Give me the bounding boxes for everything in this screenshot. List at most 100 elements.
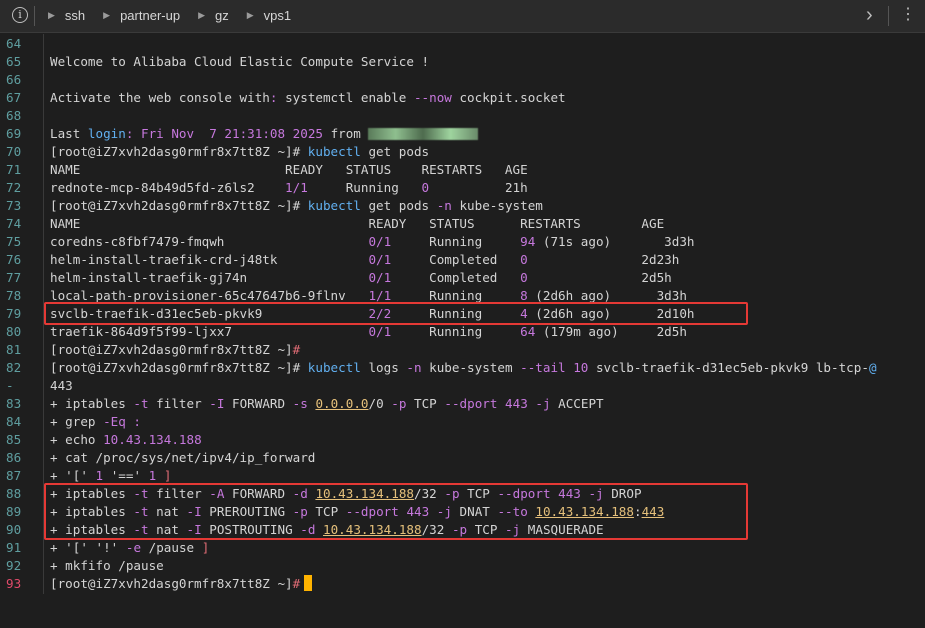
text-segment: ] [201, 540, 210, 555]
line-text: helm-install-traefik-gj74n 0/1 Completed… [50, 269, 672, 287]
line-number: 92 [6, 558, 22, 573]
line-number: 79 [6, 306, 22, 321]
terminal-line: 67 Activate the web console with: systemc… [0, 89, 925, 107]
breadcrumb-item-gz[interactable]: gz [215, 8, 229, 23]
line-number: 65 [6, 54, 22, 69]
text-segment: Last [50, 126, 88, 141]
breadcrumb-item-partner-up[interactable]: partner-up [120, 8, 180, 23]
text-segment [88, 468, 96, 483]
terminal-line: 72 rednote-mcp-84b49d5fd-z6ls2 1/1 Runnin… [0, 179, 925, 197]
terminal-line: 81 [root@iZ7xvh2dasg0rmfr8x7tt8Z ~]# [0, 341, 925, 359]
line-number: 77 [6, 270, 22, 285]
text-segment: --dport [444, 396, 498, 411]
line-number: 88 [6, 486, 22, 501]
text-segment: 0/1 [368, 324, 392, 339]
line-number: 72 [6, 180, 22, 195]
text-segment: 443 [505, 396, 528, 411]
text-segment: traefik-864d9f5f99-ljxx7 [50, 324, 369, 339]
line-number: - [6, 378, 14, 393]
text-segment: /0 [368, 396, 392, 411]
breadcrumb-item-ssh[interactable]: ssh [65, 8, 85, 23]
text-segment [497, 396, 505, 411]
text-segment: '==' [110, 468, 142, 483]
line-number: 69 [6, 126, 22, 141]
line-text: traefik-864d9f5f99-ljxx7 0/1 Running 64 … [50, 323, 687, 341]
text-segment: 2d23h [527, 252, 680, 267]
line-number: 66 [6, 72, 22, 87]
text-segment: filter [148, 396, 210, 411]
line-text: 443 [50, 377, 73, 395]
info-icon[interactable]: i [12, 7, 28, 23]
text-segment: '!' [95, 540, 119, 555]
highlight-box-iptables-rules [44, 483, 748, 540]
breadcrumb-item-vps1[interactable]: vps1 [264, 8, 291, 23]
terminal-line: 86 + cat /proc/sys/net/ipv4/ip_forward [0, 449, 925, 467]
text-segment: get pods [360, 144, 430, 159]
text-segment: NAME READY STATUS RESTARTS AGE [50, 216, 665, 231]
forward-chevron-icon[interactable]: › [866, 3, 873, 27]
text-segment: -I [209, 396, 225, 411]
text-segment: + iptables [50, 396, 134, 411]
text-segment: Activate the web console with [50, 90, 270, 105]
terminal-line: 85 + echo 10.43.134.188 [0, 431, 925, 449]
text-segment: 1 [95, 468, 104, 483]
line-number: 80 [6, 324, 22, 339]
line-number: 81 [6, 342, 22, 357]
text-segment: 443 [50, 378, 73, 393]
line-text: [root@iZ7xvh2dasg0rmfr8x7tt8Z ~]# kubect… [50, 197, 543, 215]
terminal-line: 74 NAME READY STATUS RESTARTS AGE [0, 215, 925, 233]
text-segment: + [50, 540, 66, 555]
text-segment: kubectl [307, 360, 361, 375]
terminal-line: 92 + mkfifo /pause [0, 557, 925, 575]
line-text: Welcome to Alibaba Cloud Elastic Compute… [50, 53, 429, 71]
text-segment: Completed [391, 270, 521, 285]
text-segment: kubectl [307, 198, 361, 213]
terminal-line: 91 + '[' '!' -e /pause ] [0, 539, 925, 557]
line-text: rednote-mcp-84b49d5fd-z6ls2 1/1 Running … [50, 179, 528, 197]
text-segment: kube-system [421, 360, 521, 375]
text-segment: -s [292, 396, 308, 411]
text-segment [141, 468, 149, 483]
more-vertical-icon[interactable]: ⋮ [900, 6, 916, 24]
line-text: [root@iZ7xvh2dasg0rmfr8x7tt8Z ~]# [50, 341, 300, 359]
line-number: 83 [6, 396, 22, 411]
line-text: helm-install-traefik-crd-j48tk 0/1 Compl… [50, 251, 679, 269]
line-text: + cat /proc/sys/net/ipv4/ip_forward [50, 449, 315, 467]
line-number: 89 [6, 504, 22, 519]
line-number: 82 [6, 360, 22, 375]
text-segment: 0/1 [368, 234, 392, 249]
terminal-line: 83 + iptables -t filter -I FORWARD -s 0.0… [0, 395, 925, 413]
text-segment: ] [163, 468, 172, 483]
text-segment: '[' [65, 540, 88, 555]
line-number: 76 [6, 252, 22, 267]
breadcrumb-bar: i ▶ ssh ▶ partner-up ▶ gz ▶ vps1 › ⋮ [0, 0, 925, 33]
text-segment: + mkfifo /pause [50, 558, 164, 573]
line-number: 73 [6, 198, 22, 213]
text-segment: FORWARD [224, 396, 293, 411]
text-segment: # [292, 342, 301, 357]
line-text: [root@iZ7xvh2dasg0rmfr8x7tt8Z ~]# [50, 575, 313, 593]
text-segment: 0.0.0.0 [315, 396, 369, 411]
text-segment: [root@iZ7xvh2dasg0rmfr8x7tt8Z ~]# [50, 360, 308, 375]
chevron-right-icon: ▶ [198, 10, 205, 20]
text-segment: cockpit.socket [451, 90, 566, 105]
line-text: [root@iZ7xvh2dasg0rmfr8x7tt8Z ~]# kubect… [50, 359, 877, 377]
terminal-line: 76 helm-install-traefik-crd-j48tk 0/1 Com… [0, 251, 925, 269]
text-segment: TCP [406, 396, 445, 411]
text-segment: helm-install-traefik-gj74n [50, 270, 369, 285]
text-segment [156, 468, 164, 483]
text-segment: --now [413, 90, 452, 105]
terminal-line: 93 [root@iZ7xvh2dasg0rmfr8x7tt8Z ~]# [0, 575, 925, 593]
text-segment: 64 [520, 324, 536, 339]
line-number: 87 [6, 468, 22, 483]
terminal-line: 75 coredns-c8fbf7479-fmqwh 0/1 Running 94… [0, 233, 925, 251]
text-segment [103, 468, 111, 483]
line-number: 64 [6, 36, 22, 51]
text-segment: '[' [65, 468, 88, 483]
text-segment: [root@iZ7xvh2dasg0rmfr8x7tt8Z ~]# [50, 198, 308, 213]
text-segment: Running [307, 180, 422, 195]
terminal-line: 73 [root@iZ7xvh2dasg0rmfr8x7tt8Z ~]# kube… [0, 197, 925, 215]
line-number: 70 [6, 144, 22, 159]
line-text: coredns-c8fbf7479-fmqwh 0/1 Running 94 (… [50, 233, 695, 251]
text-segment: 2d5h [527, 270, 672, 285]
